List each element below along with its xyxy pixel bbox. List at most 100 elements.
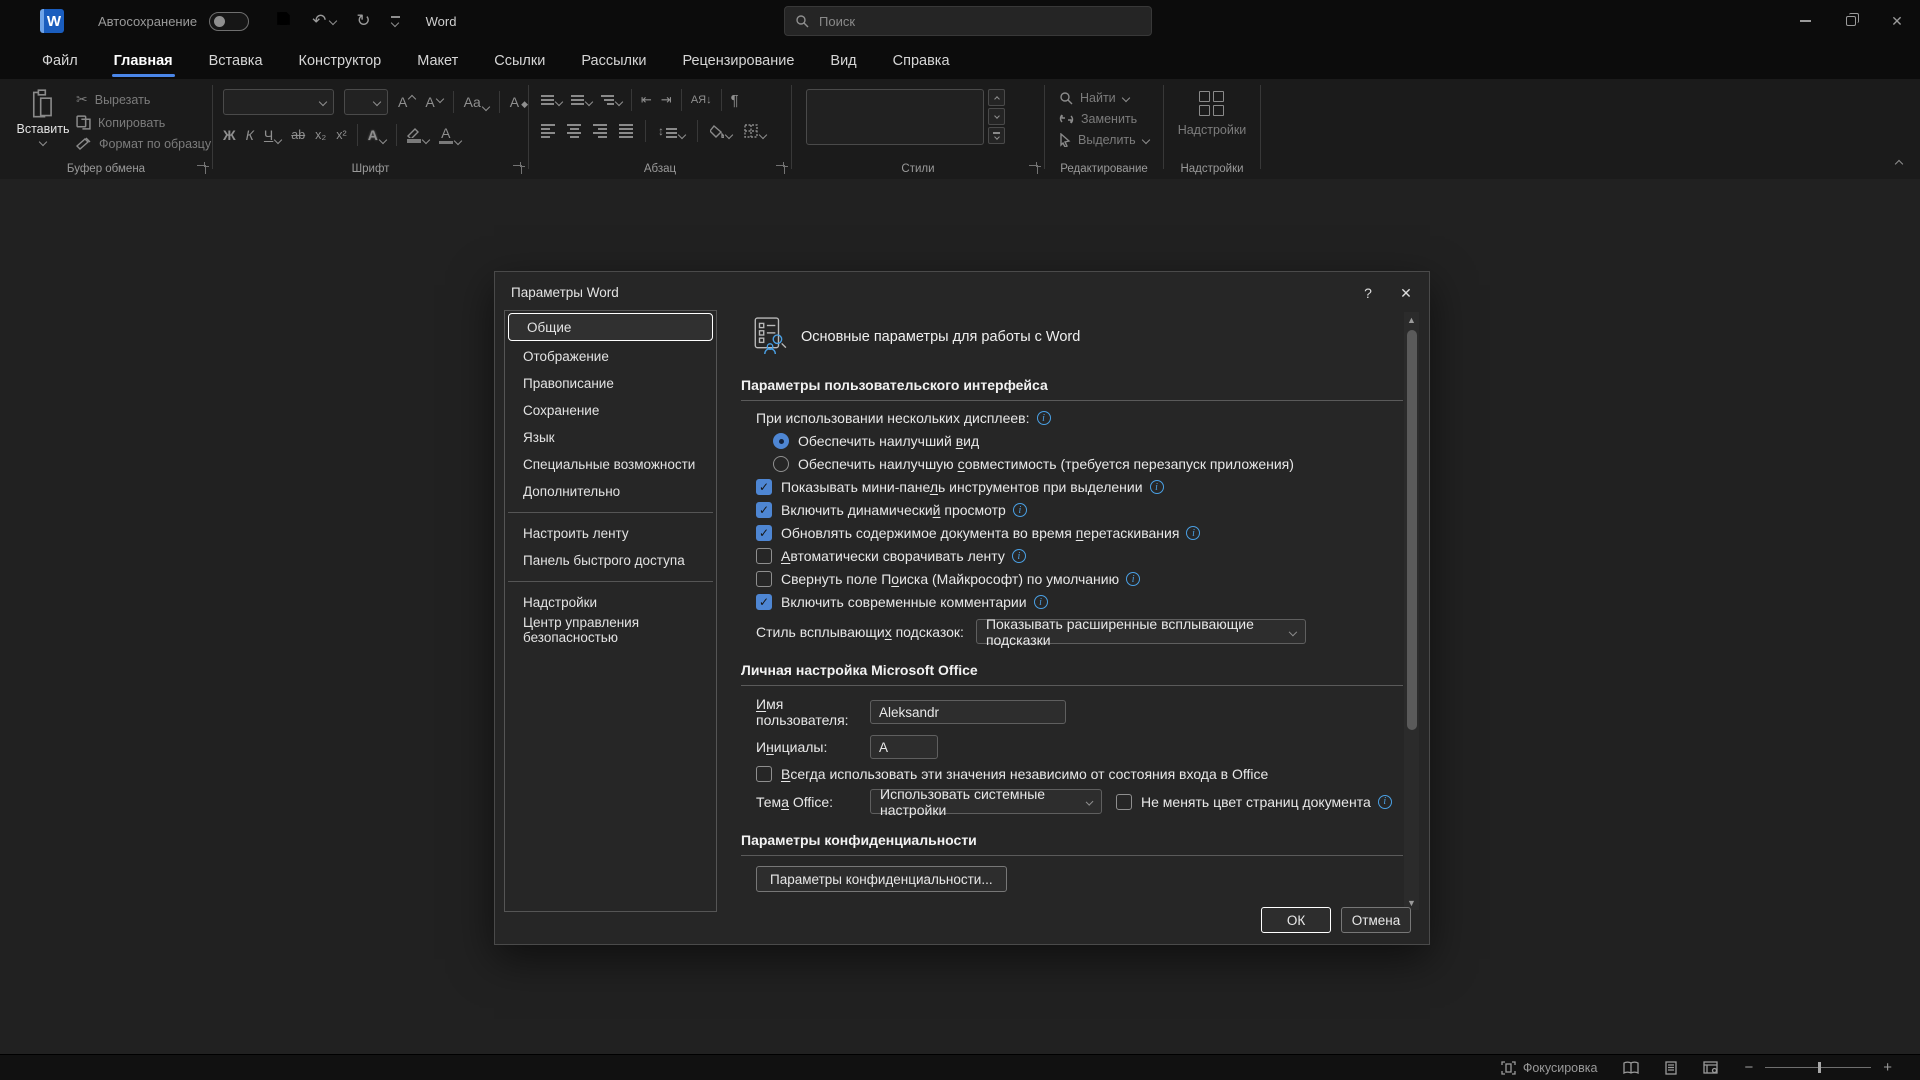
- justify-icon[interactable]: [619, 124, 633, 138]
- sidebar-item-display[interactable]: Отображение: [505, 343, 716, 370]
- clear-formatting-button[interactable]: А ◆: [510, 94, 528, 110]
- gallery-more-icon[interactable]: [988, 127, 1005, 144]
- checkbox-collapse-search[interactable]: Свернуть поле Поиска (Майкрософт) по умо…: [756, 571, 1403, 587]
- dialog-scrollbar[interactable]: ▲ ▼: [1404, 312, 1419, 910]
- autosave-toggle[interactable]: [209, 11, 250, 31]
- styles-gallery[interactable]: [806, 89, 984, 145]
- pilcrow-button[interactable]: ¶: [731, 92, 739, 109]
- checkbox-always-use[interactable]: Всегда использовать эти значения независ…: [756, 766, 1403, 782]
- addins-button[interactable]: Надстройки: [1178, 91, 1246, 137]
- align-right-icon[interactable]: [593, 124, 607, 138]
- checkbox-modern-comments[interactable]: Включить современные комментарии: [756, 594, 1403, 610]
- font-name-combo[interactable]: [223, 89, 334, 115]
- office-theme-dropdown[interactable]: Использовать системные настройки: [870, 786, 1102, 818]
- dialog-help-button[interactable]: ?: [1353, 280, 1383, 306]
- sidebar-item-addins[interactable]: Надстройки: [505, 589, 716, 616]
- cancel-button[interactable]: Отмена: [1341, 907, 1411, 933]
- dialog-launcher-icon[interactable]: [1029, 165, 1038, 174]
- checkbox-update-drag[interactable]: Обновлять содержимое документа во время …: [756, 525, 1403, 541]
- strikethrough-button[interactable]: ab: [291, 128, 305, 142]
- radio-best-compatibility[interactable]: Обеспечить наилучшую совместимость (треб…: [773, 456, 1403, 472]
- info-icon[interactable]: [1011, 549, 1026, 563]
- sidebar-item-quick-access[interactable]: Панель быстрого доступа: [505, 547, 716, 574]
- search-input[interactable]: [819, 13, 1119, 29]
- dialog-launcher-icon[interactable]: [197, 165, 206, 174]
- minimize-button[interactable]: [1782, 0, 1828, 42]
- dialog-launcher-icon[interactable]: [776, 165, 785, 174]
- tab-file[interactable]: Файл: [28, 45, 92, 77]
- radio-best-appearance[interactable]: Обеспечить наилучший вид: [773, 433, 1403, 449]
- checkbox-live-preview[interactable]: Включить динамический просмотр: [756, 502, 1403, 518]
- align-center-icon[interactable]: [567, 124, 581, 138]
- dialog-launcher-icon[interactable]: [513, 165, 522, 174]
- bold-button[interactable]: Ж: [223, 127, 236, 143]
- checkbox-mini-toolbar[interactable]: Показывать мини-панель инструментов при …: [756, 479, 1403, 495]
- restore-button[interactable]: [1828, 0, 1874, 42]
- gallery-up-icon[interactable]: [988, 89, 1005, 106]
- sidebar-item-save[interactable]: Сохранение: [505, 397, 716, 424]
- zoom-in-button[interactable]: +: [1883, 1059, 1892, 1076]
- info-icon[interactable]: [1186, 526, 1201, 540]
- sidebar-item-proofing[interactable]: Правописание: [505, 370, 716, 397]
- scrollbar-thumb[interactable]: [1406, 330, 1417, 730]
- save-icon[interactable]: [275, 10, 292, 32]
- sidebar-item-language[interactable]: Язык: [505, 424, 716, 451]
- username-input[interactable]: [870, 700, 1066, 724]
- shrink-font-button[interactable]: А: [425, 94, 444, 110]
- bullet-list-button[interactable]: [541, 95, 564, 107]
- tab-review[interactable]: Рецензирование: [668, 45, 808, 77]
- customize-qat-icon[interactable]: [390, 16, 400, 27]
- zoom-slider-thumb[interactable]: [1818, 1062, 1821, 1074]
- increase-indent-icon[interactable]: ⇥: [661, 92, 672, 108]
- privacy-settings-button[interactable]: Параметры конфиденциальности...: [756, 866, 1007, 892]
- sort-button[interactable]: АЯ↓: [691, 94, 712, 106]
- read-mode-button[interactable]: [1623, 1061, 1640, 1074]
- initials-input[interactable]: [870, 735, 938, 759]
- copy-button[interactable]: Копировать: [76, 115, 211, 130]
- web-layout-button[interactable]: [1703, 1061, 1719, 1074]
- tab-help[interactable]: Справка: [879, 45, 964, 77]
- sidebar-item-advanced[interactable]: Дополнительно: [505, 478, 716, 505]
- find-button[interactable]: Найти: [1059, 91, 1163, 105]
- multilevel-list-button[interactable]: [601, 95, 624, 107]
- line-spacing-button[interactable]: ↕: [658, 124, 687, 140]
- ok-button[interactable]: ОК: [1261, 907, 1331, 933]
- checkbox-icon[interactable]: [1116, 793, 1132, 810]
- paste-button[interactable]: Вставить: [14, 89, 72, 151]
- superscript-button[interactable]: x²: [336, 128, 346, 142]
- gallery-down-icon[interactable]: [988, 108, 1005, 125]
- select-button[interactable]: Выделить: [1059, 133, 1163, 147]
- tab-insert[interactable]: Вставка: [195, 45, 277, 77]
- checkbox-collapse-ribbon[interactable]: Автоматически сворачивать ленту: [756, 548, 1403, 564]
- font-color-button[interactable]: А: [438, 126, 463, 146]
- font-size-combo[interactable]: [343, 89, 388, 115]
- decrease-indent-icon[interactable]: ⇤: [641, 92, 652, 108]
- numbered-list-button[interactable]: [571, 95, 594, 107]
- zoom-slider[interactable]: [1765, 1062, 1872, 1074]
- tab-design[interactable]: Конструктор: [285, 45, 396, 77]
- close-button[interactable]: ✕: [1874, 0, 1920, 42]
- search-box[interactable]: [784, 6, 1152, 36]
- sidebar-item-accessibility[interactable]: Специальные возможности: [505, 451, 716, 478]
- text-effects-button[interactable]: А: [368, 127, 388, 145]
- tab-references[interactable]: Ссылки: [480, 45, 559, 77]
- format-painter-button[interactable]: Формат по образцу: [76, 137, 211, 151]
- zoom-out-button[interactable]: −: [1744, 1059, 1753, 1076]
- subscript-button[interactable]: x₂: [315, 128, 326, 142]
- underline-button[interactable]: Ч: [264, 127, 283, 145]
- align-left-icon[interactable]: [541, 124, 555, 138]
- tab-home[interactable]: Главная: [100, 45, 187, 77]
- sidebar-item-general[interactable]: Общие: [508, 313, 713, 341]
- info-icon[interactable]: [1126, 572, 1141, 586]
- info-icon[interactable]: [1149, 480, 1164, 494]
- redo-icon[interactable]: ↻: [356, 11, 370, 31]
- borders-button[interactable]: [744, 124, 768, 140]
- collapse-ribbon-icon[interactable]: [1894, 159, 1904, 169]
- focus-mode-button[interactable]: Фокусировка: [1501, 1061, 1597, 1075]
- print-layout-button[interactable]: [1665, 1060, 1678, 1075]
- italic-button[interactable]: К: [246, 127, 254, 143]
- cut-button[interactable]: ✂ Вырезать: [76, 91, 211, 108]
- replace-button[interactable]: Заменить: [1059, 112, 1163, 126]
- tab-view[interactable]: Вид: [816, 45, 870, 77]
- grow-font-button[interactable]: А: [398, 94, 417, 110]
